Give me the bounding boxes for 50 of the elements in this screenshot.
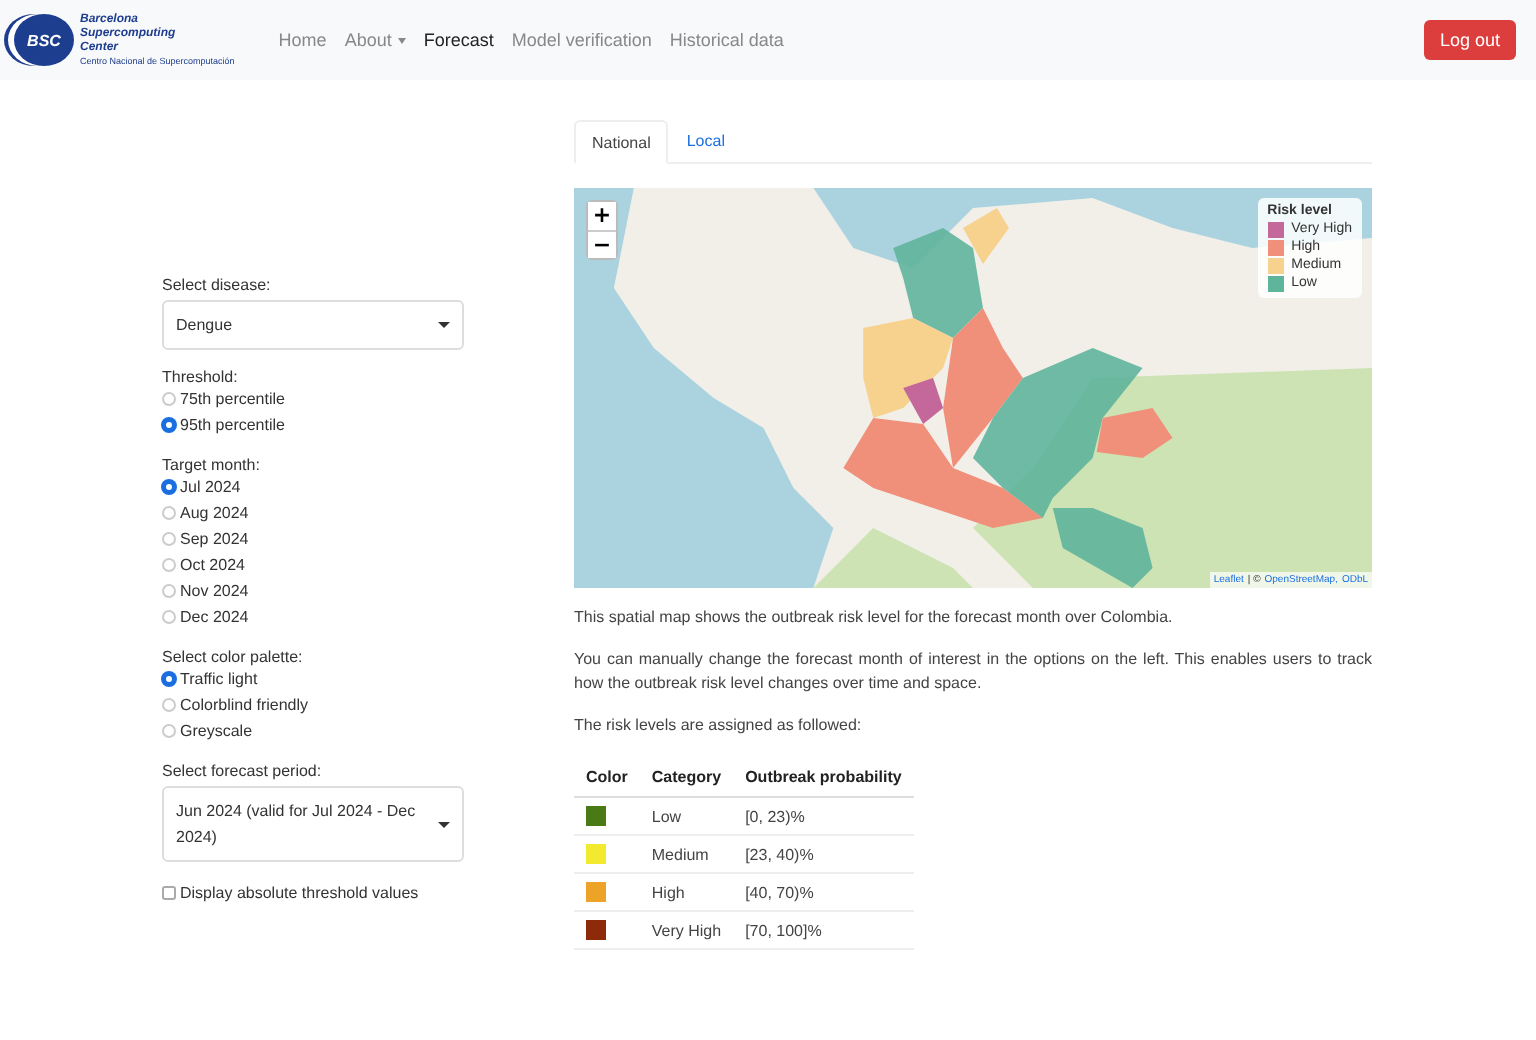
tab[interactable]: National [574, 120, 669, 164]
radio-label: 95th percentile [180, 416, 285, 434]
table-cell: Medium [639, 835, 734, 873]
logo-badge: BSC [14, 14, 74, 66]
column-header: Color [574, 758, 640, 797]
radio-label: Traffic light [180, 670, 258, 688]
nav-link[interactable]: Historical data [669, 30, 784, 50]
radio-label: Jul 2024 [180, 478, 241, 496]
radio-label: Aug 2024 [180, 504, 249, 522]
select-field[interactable]: Dengue [162, 300, 464, 350]
table-cell: [70, 100]% [733, 911, 914, 949]
nav-link[interactable]: Model verification [511, 30, 652, 50]
radio-label: Sep 2024 [180, 530, 249, 548]
description-text: You can manually change the forecast month of interest in the options on the left. This enables users to track how the outbreak risk level changes over time and space. [574, 648, 1372, 696]
nav-link[interactable]: Forecast [423, 30, 494, 50]
radio-label: Greyscale [180, 722, 253, 740]
caret-icon [438, 322, 450, 328]
tab[interactable]: Local [668, 120, 743, 162]
column-header: Category [639, 758, 734, 797]
radio-button[interactable] [162, 418, 176, 432]
description-text: This spatial map shows the outbreak risk level for the forecast month over Colombia. [574, 606, 1175, 630]
field-label: Threshold: [162, 368, 240, 386]
radio-label: Colorblind friendly [180, 696, 309, 714]
radio-label: Oct 2024 [180, 556, 245, 574]
caret-icon [438, 821, 450, 827]
field-label: Select disease: [162, 276, 273, 294]
description-text: The risk levels are assigned as followed: [574, 714, 864, 738]
table-cell: [0, 23)% [733, 797, 914, 835]
column-header: Outbreak probability [733, 758, 914, 797]
table-cell: High [639, 873, 734, 911]
field-label: Select forecast period: [162, 762, 324, 780]
field-label: Select color palette: [162, 648, 305, 666]
table-cell: [40, 70)% [733, 873, 914, 911]
radio-label: 75th percentile [180, 390, 285, 408]
table-cell: Very High [639, 911, 734, 949]
nav-link[interactable]: Home [278, 30, 327, 50]
radio-label: Nov 2024 [180, 582, 249, 600]
table-cell: Low [639, 797, 734, 835]
zoom-out-button[interactable]: − [588, 230, 616, 258]
radio-button[interactable] [162, 672, 176, 686]
select-field[interactable]: Jun 2024 (valid for Jul 2024 - Dec 2024) [162, 786, 464, 862]
caret-icon [397, 37, 406, 43]
radio-label: Dec 2024 [180, 608, 249, 626]
logout-button[interactable]: Log out [1423, 20, 1516, 60]
field-label: Target month: [162, 456, 262, 474]
table-cell: [23, 40)% [733, 835, 914, 873]
checkbox-label: Display absolute threshold values [180, 884, 419, 902]
radio-button[interactable] [162, 480, 176, 494]
nav-link[interactable]: About [344, 30, 406, 50]
checkbox[interactable] [162, 886, 176, 900]
